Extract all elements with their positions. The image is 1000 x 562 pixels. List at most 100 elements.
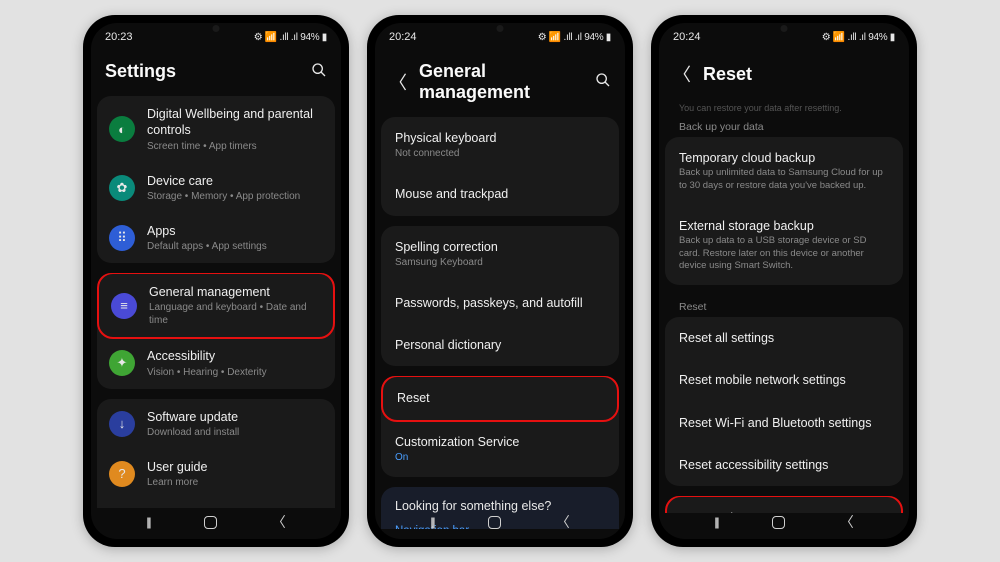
header: 〈 Reset — [659, 51, 909, 101]
back-button[interactable]: 〈 — [272, 512, 286, 532]
item-subtitle: Back up unlimited data to Samsung Cloud … — [679, 167, 889, 192]
search-icon[interactable] — [595, 72, 611, 92]
list-group: Reset Customization ServiceOn — [381, 376, 619, 477]
settings-item[interactable]: ↓ Software update Download and install — [97, 399, 335, 449]
item-title: Mouse and trackpad — [395, 186, 605, 202]
list-group: Reset all settings Reset mobile network s… — [665, 317, 903, 486]
settings-group: ↓ Software update Download and install ?… — [97, 399, 335, 509]
back-button[interactable]: 〈 — [556, 512, 570, 532]
item-title: Passwords, passkeys, and autofill — [395, 295, 605, 311]
item-title: Reset mobile network settings — [679, 372, 889, 388]
item-title: Temporary cloud backup — [679, 150, 889, 166]
status-icons: ⚙ 📶 .ıll .ıl 94% ▮ — [254, 32, 327, 43]
item-subtitle: Samsung Keyboard — [395, 256, 605, 269]
recents-button[interactable]: ||| — [430, 515, 433, 529]
list-item[interactable]: Customization ServiceOn — [381, 421, 619, 477]
item-title: Software update — [147, 409, 323, 425]
settings-list: ◐ Digital Wellbeing and parental control… — [91, 96, 341, 508]
list-item[interactable]: Temporary cloud backupBack up unlimited … — [665, 137, 903, 205]
front-camera — [213, 25, 220, 32]
page-title: Settings — [105, 61, 299, 82]
device-care-icon: ✿ — [109, 175, 135, 201]
list-item[interactable]: Reset Wi-Fi and Bluetooth settings — [665, 402, 903, 444]
item-title: Personal dictionary — [395, 337, 605, 353]
list-item[interactable]: Reset — [381, 376, 619, 421]
list-item[interactable]: Reset accessibility settings — [665, 444, 903, 486]
item-subtitle: Screen time • App timers — [147, 140, 323, 153]
item-subtitle: Back up data to a USB storage device or … — [679, 235, 889, 272]
home-button[interactable] — [488, 516, 501, 529]
item-title: Reset — [397, 390, 603, 406]
back-icon[interactable]: 〈 — [389, 69, 407, 95]
android-navbar: ||| 〈 — [91, 505, 341, 539]
general-mgmt-list: Physical keyboardNot connected Mouse and … — [375, 117, 625, 529]
item-title: Physical keyboard — [395, 130, 605, 146]
list-item[interactable]: Reset mobile network settings — [665, 359, 903, 401]
header: 〈 General management — [375, 51, 625, 117]
settings-item[interactable]: ? User guide Learn more — [97, 449, 335, 499]
home-button[interactable] — [204, 516, 217, 529]
list-group: Temporary cloud backupBack up unlimited … — [665, 137, 903, 285]
clock: 20:24 — [389, 31, 417, 43]
item-subtitle: Learn more — [147, 476, 323, 489]
phone-2: 20:24 ⚙ 📶 .ıll .ıl 94% ▮ 〈 General manag… — [367, 15, 633, 547]
item-title: Reset all settings — [679, 330, 889, 346]
item-title: User guide — [147, 459, 323, 475]
settings-item[interactable]: ≡ General management Language and keyboa… — [97, 273, 335, 339]
item-title: Reset accessibility settings — [679, 457, 889, 473]
item-title: Apps — [147, 223, 323, 239]
status-icons: ⚙ 📶 .ıll .ıl 94% ▮ — [538, 32, 611, 43]
item-title: Digital Wellbeing and parental controls — [147, 106, 323, 139]
apps-icon: ⠿ — [109, 225, 135, 251]
home-button[interactable] — [772, 516, 785, 529]
section-label: Back up your data — [665, 115, 903, 137]
list-group: Physical keyboardNot connected Mouse and … — [381, 117, 619, 216]
settings-item[interactable]: ✿ Device care Storage • Memory • App pro… — [97, 163, 335, 213]
item-title: Accessibility — [147, 348, 323, 364]
front-camera — [497, 25, 504, 32]
page-title: Reset — [703, 64, 895, 85]
page-title: General management — [419, 61, 583, 103]
phone-1: 20:23 ⚙ 📶 .ıll .ıl 94% ▮ Settings ◐ Digi… — [83, 15, 349, 547]
user-guide-icon: ? — [109, 461, 135, 487]
list-item[interactable]: Passwords, passkeys, and autofill — [381, 282, 619, 324]
list-item[interactable]: Personal dictionary — [381, 324, 619, 366]
item-subtitle: Vision • Hearing • Dexterity — [147, 366, 323, 379]
list-group: Spelling correctionSamsung Keyboard Passw… — [381, 226, 619, 367]
item-subtitle: Not connected — [395, 147, 605, 160]
back-icon[interactable]: 〈 — [673, 61, 691, 87]
list-item[interactable]: Spelling correctionSamsung Keyboard — [381, 226, 619, 282]
settings-item[interactable]: ◐ Digital Wellbeing and parental control… — [97, 96, 335, 163]
item-subtitle: Language and keyboard • Date and time — [149, 301, 321, 327]
general-mgmt-icon: ≡ — [111, 293, 137, 319]
recents-button[interactable]: ||| — [146, 515, 149, 529]
item-title: Reset Wi-Fi and Bluetooth settings — [679, 415, 889, 431]
item-title: External storage backup — [679, 218, 889, 234]
front-camera — [781, 25, 788, 32]
clock: 20:24 — [673, 31, 701, 43]
item-title: General management — [149, 284, 321, 300]
list-item[interactable]: External storage backupBack up data to a… — [665, 205, 903, 285]
software-update-icon: ↓ — [109, 411, 135, 437]
list-item[interactable]: Physical keyboardNot connected — [381, 117, 619, 173]
status-icons: ⚙ 📶 .ıll .ıl 94% ▮ — [822, 32, 895, 43]
recents-button[interactable]: ||| — [714, 515, 717, 529]
chart-icon: ◐ — [109, 116, 135, 142]
section-label: Reset — [665, 295, 903, 317]
settings-group: ◐ Digital Wellbeing and parental control… — [97, 96, 335, 263]
truncated-text: You can restore your data after resettin… — [665, 101, 903, 115]
clock: 20:23 — [105, 31, 133, 43]
item-subtitle: Download and install — [147, 426, 323, 439]
settings-item[interactable]: ✦ Accessibility Vision • Hearing • Dexte… — [97, 338, 335, 388]
list-item[interactable]: Reset all settings — [665, 317, 903, 359]
back-button[interactable]: 〈 — [840, 512, 854, 532]
item-title: Spelling correction — [395, 239, 605, 255]
android-navbar: ||| 〈 — [659, 505, 909, 539]
item-subtitle: Storage • Memory • App protection — [147, 190, 323, 203]
accessibility-icon: ✦ — [109, 350, 135, 376]
search-icon[interactable] — [311, 62, 327, 82]
list-item[interactable]: Mouse and trackpad — [381, 173, 619, 215]
reset-list: You can restore your data after resettin… — [659, 101, 909, 513]
phone-3: 20:24 ⚙ 📶 .ıll .ıl 94% ▮ 〈 Reset You can… — [651, 15, 917, 547]
settings-item[interactable]: ⠿ Apps Default apps • App settings — [97, 213, 335, 263]
